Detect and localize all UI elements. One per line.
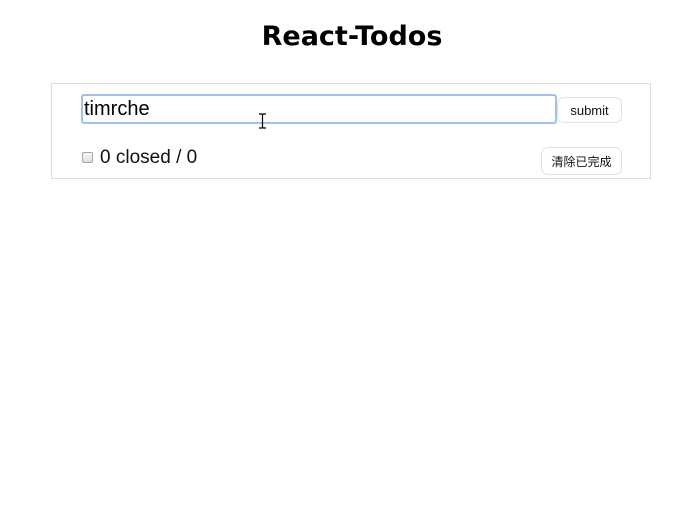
clear-completed-button[interactable]: 清除已完成 xyxy=(541,147,622,175)
todo-input[interactable] xyxy=(81,94,557,124)
submit-button[interactable]: submit xyxy=(557,97,622,123)
app-page: React-Todos submit 0 closed / 0 清除已完成 xyxy=(0,0,690,527)
completed-count: 0 xyxy=(100,147,111,168)
toggle-all-checkbox[interactable] xyxy=(82,152,93,163)
text-cursor-icon xyxy=(259,113,266,129)
todo-status: 0 closed / 0 xyxy=(100,147,197,169)
count-separator: / xyxy=(176,147,182,168)
total-count: 0 xyxy=(186,147,198,168)
closed-label: closed xyxy=(115,147,171,168)
page-title: React-Todos xyxy=(261,21,443,52)
